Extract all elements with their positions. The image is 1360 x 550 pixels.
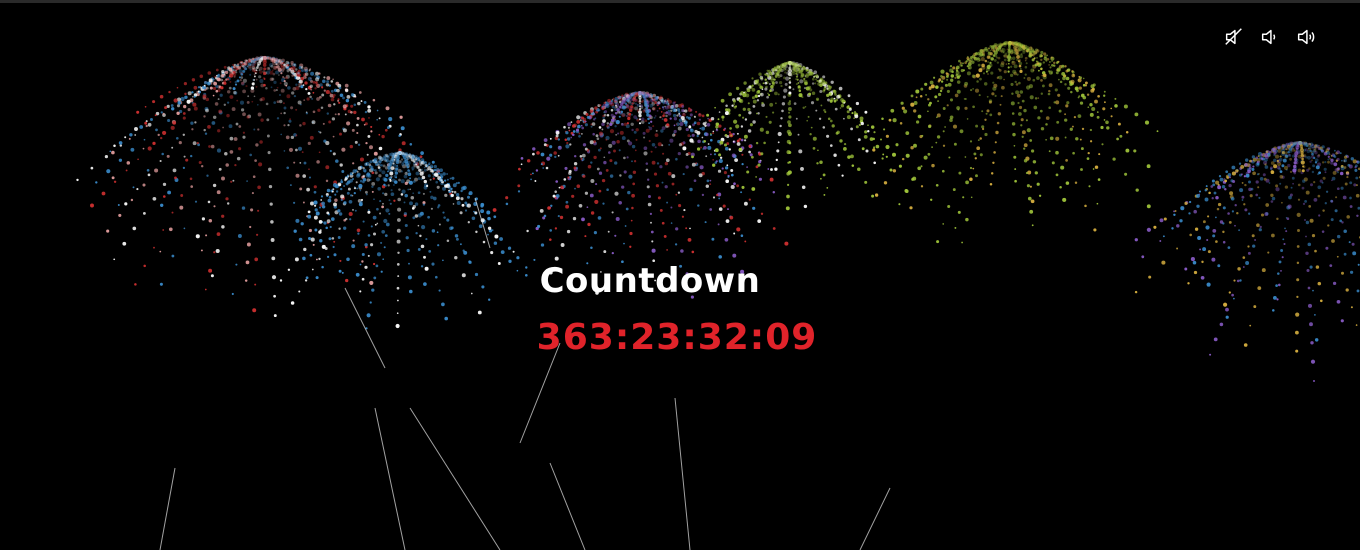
rocket-trail — [549, 462, 586, 550]
firework-burst — [861, 40, 1159, 244]
countdown-timer: 363:23:32:09 — [536, 317, 818, 358]
sound-controls — [1222, 25, 1318, 49]
volume-high-icon — [1297, 29, 1315, 45]
firework-burst — [279, 150, 528, 330]
volume-low-button[interactable] — [1258, 25, 1282, 49]
rocket-trail — [409, 407, 501, 550]
volume-high-button[interactable] — [1294, 25, 1318, 49]
rocket-trail — [859, 487, 891, 550]
rocket-trail — [159, 467, 176, 550]
rocket-trail — [519, 342, 561, 444]
volume-low-icon — [1261, 29, 1276, 45]
volume-mute-icon — [1225, 28, 1242, 45]
fireworks-stage: Countdown 363:23:32:09 — [0, 0, 1360, 550]
rocket-trail — [374, 407, 406, 550]
rocket-trail — [674, 397, 691, 550]
firework-burst — [682, 60, 897, 211]
mute-button[interactable] — [1222, 25, 1246, 49]
countdown-title: Countdown — [539, 261, 761, 301]
